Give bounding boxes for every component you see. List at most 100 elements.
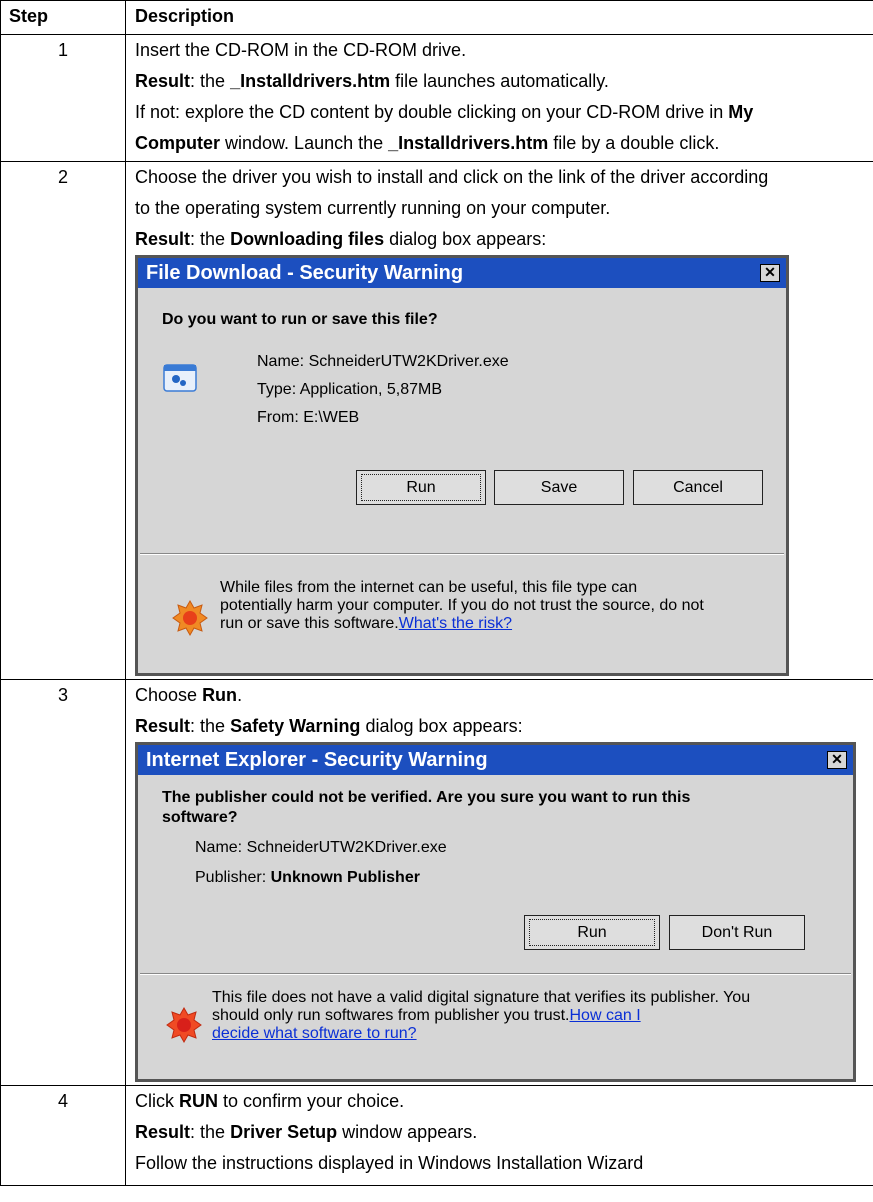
warning-line-1: This file does not have a valid digital … xyxy=(212,989,751,1006)
text: to confirm your choice. xyxy=(223,1091,405,1111)
file-download-dialog: File Download - Security Warning ✕ Do yo… xyxy=(135,255,789,676)
divider xyxy=(140,553,784,555)
step-2-line-3: Result: the Downloading files dialog box… xyxy=(135,229,547,249)
table-row: 1 Insert the CD-ROM in the CD-ROM drive.… xyxy=(0,34,873,162)
dialog-title: File Download - Security Warning xyxy=(146,262,464,284)
security-warning-icon xyxy=(166,1006,202,1044)
table-row: 4 Click RUN to confirm your choice. Resu… xyxy=(0,1085,873,1186)
file-name: Name: SchneiderUTW2KDriver.exe xyxy=(257,353,509,370)
text: run or save this software. xyxy=(220,615,399,632)
dialog-name: Downloading files xyxy=(230,229,385,249)
file-info: Name: SchneiderUTW2KDriver.exe Publisher… xyxy=(195,833,447,893)
run-button-label: Run xyxy=(361,474,481,501)
step-2-line-2: to the operating system currently runnin… xyxy=(135,198,611,218)
publisher-value: Unknown Publisher xyxy=(270,869,420,886)
dialog-question: The publisher could not be verified. Are… xyxy=(162,788,690,828)
filename: _Installdrivers.htm xyxy=(388,133,549,153)
result-label: Result xyxy=(135,1122,191,1142)
file-type: Type: Application, 5,87MB xyxy=(257,381,442,398)
step-1-line-3: If not: explore the CD content by double… xyxy=(135,97,867,128)
whats-the-risk-link[interactable]: What's the risk? xyxy=(399,615,512,632)
dialog-name: Safety Warning xyxy=(230,716,361,736)
cancel-button[interactable]: Cancel xyxy=(633,470,763,505)
security-warning-text: This file does not have a valid digital … xyxy=(212,989,750,1043)
publisher-line: Publisher: Unknown Publisher xyxy=(195,863,447,893)
step-1-line-4: Computer window. Launch the _Installdriv… xyxy=(135,128,867,159)
how-can-i-decide-link[interactable]: decide what software to run? xyxy=(212,1025,417,1042)
close-icon[interactable]: ✕ xyxy=(760,264,780,282)
text: Click xyxy=(135,1091,174,1111)
column-header-step: Step xyxy=(0,0,126,35)
run-label: RUN xyxy=(179,1091,219,1111)
step-number: 2 xyxy=(0,161,126,680)
question-line-2: software? xyxy=(162,809,238,826)
window-name: Driver Setup xyxy=(230,1122,338,1142)
steps-table: Step Description 1 Insert the CD-ROM in … xyxy=(0,0,873,1186)
close-icon[interactable]: ✕ xyxy=(827,751,847,769)
step-3-line-1: Choose Run. xyxy=(135,685,243,705)
text: window. Launch the xyxy=(225,133,384,153)
table-header-row: Step Description xyxy=(0,0,873,35)
warning-line-2: potentially harm your computer. If you d… xyxy=(220,597,704,614)
step-number: 3 xyxy=(0,679,126,1086)
step-4-line-2: Result: the Driver Setup window appears. xyxy=(135,1122,478,1142)
step-number: 1 xyxy=(0,34,126,162)
step-description: Insert the CD-ROM in the CD-ROM drive. R… xyxy=(125,34,873,162)
security-warning-text: While files from the internet can be use… xyxy=(220,579,704,633)
text: should only run softwares from publisher… xyxy=(212,1007,570,1024)
result-label: Result xyxy=(135,716,191,736)
step-3-line-2: Result: the Safety Warning dialog box ap… xyxy=(135,716,523,736)
dialog-question: Do you want to run or save this file? xyxy=(162,311,438,328)
dialog-title-bar: File Download - Security Warning ✕ xyxy=(138,258,786,288)
text: dialog box appears: xyxy=(365,716,523,736)
my-label: My xyxy=(728,102,754,122)
step-1-line-1: Insert the CD-ROM in the CD-ROM drive. xyxy=(135,40,467,60)
step-description: Click RUN to confirm your choice. Result… xyxy=(125,1085,873,1186)
warning-line-2: should only run softwares from publisher… xyxy=(212,1007,750,1025)
run-button-label: Run xyxy=(529,919,655,946)
step-number: 4 xyxy=(0,1085,126,1186)
step-4-line-1: Click RUN to confirm your choice. xyxy=(135,1086,867,1117)
ie-security-warning-dialog: Internet Explorer - Security Warning ✕ T… xyxy=(135,742,856,1082)
step-description: Choose the driver you wish to install an… xyxy=(125,161,873,680)
warning-line-3: run or save this software.What's the ris… xyxy=(220,615,704,633)
column-header-description: Description xyxy=(125,0,873,35)
text: the xyxy=(200,71,226,91)
filename: _Installdrivers.htm xyxy=(230,71,391,91)
save-button[interactable]: Save xyxy=(494,470,624,505)
step-4-line-3: Follow the instructions displayed in Win… xyxy=(135,1153,644,1173)
dialog-title-bar: Internet Explorer - Security Warning ✕ xyxy=(138,745,853,775)
run-button[interactable]: Run xyxy=(356,470,486,505)
computer-label: Computer xyxy=(135,133,220,153)
warning-line-3: decide what software to run? xyxy=(212,1025,750,1043)
step-2-line-1: Choose the driver you wish to install an… xyxy=(135,167,769,187)
warning-line-1: While files from the internet can be use… xyxy=(220,579,638,596)
dont-run-button[interactable]: Don't Run xyxy=(669,915,805,950)
dialog-title: Internet Explorer - Security Warning xyxy=(146,749,488,771)
run-label: Run xyxy=(202,685,238,705)
how-can-i-decide-link[interactable]: How can I xyxy=(570,1007,641,1024)
step-description: Choose Run. Result: the Safety Warning d… xyxy=(125,679,873,1086)
file-name: Name: SchneiderUTW2KDriver.exe xyxy=(195,839,447,856)
text: Choose xyxy=(135,685,198,705)
result-label: Result xyxy=(135,71,191,91)
file-info: Name: SchneiderUTW2KDriver.exe Type: App… xyxy=(257,348,509,432)
table-row: 3 Choose Run. Result: the Safety Warning… xyxy=(0,679,873,1086)
application-icon xyxy=(163,364,197,392)
text: the xyxy=(200,229,226,249)
run-button[interactable]: Run xyxy=(524,915,660,950)
text: dialog box appears: xyxy=(389,229,547,249)
security-warning-icon xyxy=(172,599,208,637)
question-line-1: The publisher could not be verified. Are… xyxy=(162,789,691,806)
step-1-line-2: Result: the _Installdrivers.htm file lau… xyxy=(135,71,609,91)
text: window appears. xyxy=(342,1122,478,1142)
publisher-label: Publisher: xyxy=(195,869,267,886)
divider xyxy=(140,973,851,975)
text: file launches automatically. xyxy=(395,71,609,91)
file-source: From: E:\WEB xyxy=(257,409,360,426)
text: file by a double click. xyxy=(553,133,720,153)
text: the xyxy=(200,716,226,736)
table-row: 2 Choose the driver you wish to install … xyxy=(0,161,873,680)
text: the xyxy=(200,1122,226,1142)
text: If not: explore the CD content by double… xyxy=(135,102,724,122)
